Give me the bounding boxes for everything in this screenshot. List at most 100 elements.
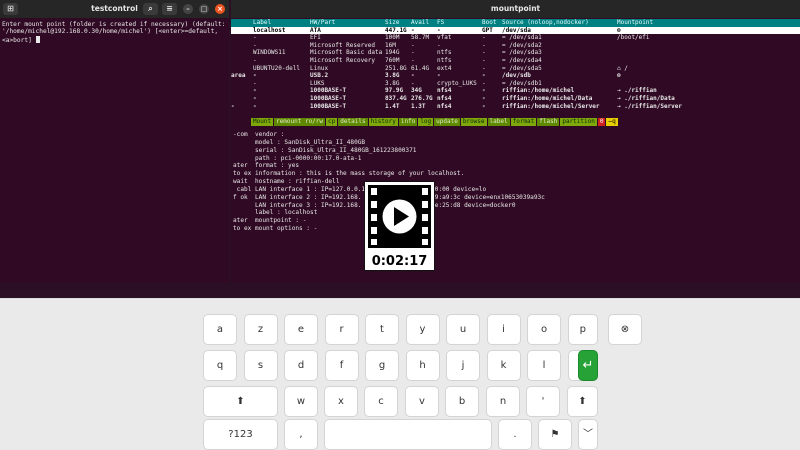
cell-hw: Microsoft Basic data	[310, 49, 383, 57]
table-row[interactable]: - - 1000BASE-T 1.4T 1.3T nfs4 - riffian:/home/m…	[231, 103, 800, 111]
video-play-icon[interactable]	[368, 185, 431, 248]
key-r[interactable]: r	[324, 314, 359, 345]
key-h[interactable]: h	[405, 350, 440, 381]
key-n[interactable]: n	[486, 386, 520, 417]
key-.[interactable]: .	[498, 419, 532, 450]
menu-item[interactable]: details	[338, 118, 368, 126]
table-row[interactable]: - 1000BASE-T 97.9G 34G nfs4 - riffian:/home/mi…	[231, 87, 800, 95]
key-t[interactable]: t	[365, 314, 399, 345]
key-q[interactable]: q	[203, 350, 237, 381]
terminal-line: '/home/michel@192.168.0.30/home/michel')…	[2, 28, 219, 36]
key-d[interactable]: d	[284, 350, 318, 381]
key-b[interactable]: b	[445, 386, 479, 417]
menu-item[interactable]: update	[434, 118, 460, 126]
cell-avail: 1.3T	[411, 102, 426, 110]
key-p[interactable]: p	[567, 314, 598, 345]
col-boot: Boot	[482, 19, 497, 26]
menu-item[interactable]: label	[487, 118, 510, 126]
mountpoint-titlebar[interactable]: mountpoint	[231, 0, 800, 18]
table-row[interactable]: UBUNTU20-dell Linux 251.8G 61.4G ext4 - = /dev…	[231, 65, 800, 73]
table-row[interactable]: WINDOWS11 Microsoft Basic data 194G - ntfs - =…	[231, 49, 800, 57]
menu-item[interactable]: remount ro/rw	[274, 118, 326, 126]
language-key[interactable]: ⚑	[538, 419, 572, 450]
cell-label: -	[253, 94, 257, 102]
symbols-key[interactable]: ?123	[203, 419, 278, 450]
menu-icon[interactable]: ≡	[162, 3, 177, 15]
table-body[interactable]: localhost ATA 447.1G - - GPT/dev/sda ⊜ - EFI 100M…	[231, 26, 800, 111]
key-w[interactable]: w	[284, 386, 318, 417]
cell-mount: /boot/efi	[617, 34, 650, 42]
cell-hw: ATA	[310, 26, 321, 34]
mount-table[interactable]: Label HW/Part Size Avail FS Boot Source …	[231, 19, 800, 110]
menu-item[interactable]: cp	[326, 118, 338, 126]
menu-item[interactable]: info	[398, 118, 418, 126]
key-e[interactable]: e	[284, 314, 318, 345]
menu-item[interactable]: format	[510, 118, 537, 126]
key-z[interactable]: z	[243, 314, 278, 345]
cell-boot: -	[482, 87, 486, 95]
key-s[interactable]: s	[243, 350, 278, 381]
cell-fs: ntfs	[437, 49, 452, 57]
key-k[interactable]: k	[486, 350, 521, 381]
table-row[interactable]: localhost ATA 447.1G - - GPT/dev/sda ⊜	[231, 26, 800, 35]
cell-mount: ⊜	[617, 72, 621, 80]
search-icon[interactable]: ⌕	[143, 3, 158, 15]
table-row[interactable]: area - USB.2 3.8G - - -/dev/sdb ⊜	[231, 72, 800, 80]
cell-label: WINDOWS11	[253, 49, 286, 57]
terminal-output[interactable]: Enter mount point (folder is created if …	[0, 19, 229, 46]
on-screen-keyboard[interactable]: azertyuiop⊗qsdfghjklm↵⬆wxcvbn'⬆?123,.⚑﹀	[0, 298, 800, 450]
space-key[interactable]	[324, 419, 492, 450]
key-y[interactable]: y	[405, 314, 440, 345]
table-row[interactable]: - EFI 100M 58.7M vfat - = /dev/sda1/boot/efi	[231, 34, 800, 42]
cell-size: 760M	[385, 56, 400, 64]
table-row[interactable]: - 1000BASE-T 837.4G 276.7G nfs4 - riffian:/hom…	[231, 95, 800, 103]
key-,[interactable]: ,	[284, 419, 318, 450]
mountpoint-window[interactable]: mountpoint Label HW/Part Size Avail FS B…	[231, 0, 800, 283]
side-fragment: -	[231, 102, 235, 110]
key-'[interactable]: '	[526, 386, 560, 417]
cell-hw: 1000BASE-T	[310, 94, 347, 102]
cell-size: 3.8G	[385, 72, 400, 80]
testcontrol-titlebar[interactable]: ⊞ testcontrol ⌕ ≡ – □ ×	[0, 0, 229, 18]
cell-mount: ⇢ ./riffian/Server	[617, 102, 683, 110]
menu-item[interactable]: flash	[537, 118, 560, 126]
minimize-icon[interactable]: –	[183, 4, 193, 14]
hide-keyboard-key[interactable]: ﹀	[578, 419, 598, 450]
testcontrol-window[interactable]: ⊞ testcontrol ⌕ ≡ – □ × Enter mount poin…	[0, 0, 229, 283]
shift-key[interactable]: ⬆	[203, 386, 278, 417]
detail-line: path : pci-0000:00:17.0-ata-1	[233, 154, 362, 162]
cell-size: 100M	[385, 34, 400, 42]
key-a[interactable]: a	[203, 314, 237, 345]
cell-size: 16M	[385, 41, 396, 49]
key-v[interactable]: v	[405, 386, 439, 417]
video-recording-overlay[interactable]: 0:02:17	[364, 181, 435, 271]
menu-item[interactable]: partition	[560, 118, 597, 126]
menu-item[interactable]: 0	[597, 118, 606, 126]
shift-key[interactable]: ⬆	[567, 386, 598, 417]
menu-item[interactable]: Mount	[251, 118, 274, 126]
table-row[interactable]: - Microsoft Recovery 760M - ntfs - = /dev/sda4	[231, 57, 800, 65]
menu-item[interactable]: log	[418, 118, 434, 126]
key-i[interactable]: i	[486, 314, 521, 345]
key-j[interactable]: j	[446, 350, 480, 381]
key-l[interactable]: l	[527, 350, 561, 381]
maximize-icon[interactable]: □	[199, 4, 209, 14]
key-f[interactable]: f	[324, 350, 359, 381]
enter-key[interactable]: ↵	[578, 350, 598, 381]
table-row[interactable]: - Microsoft Reserved 16M - - - = /dev/sda2	[231, 42, 800, 50]
detail-panel: -com vendor : model : SanDisk_Ultra_II_4…	[233, 131, 800, 233]
cell-label: -	[253, 34, 257, 42]
menu-item[interactable]: history	[368, 118, 398, 126]
terminal-line: Enter mount point (folder is created if …	[2, 21, 226, 28]
table-row[interactable]: - LUKS 3.8G - crypto_LUKS - = /dev/sdb1	[231, 80, 800, 88]
menu-item[interactable]: browse	[460, 118, 487, 126]
menu-item[interactable]: ̶q	[606, 118, 618, 126]
key-u[interactable]: u	[446, 314, 480, 345]
key-o[interactable]: o	[527, 314, 561, 345]
key-x[interactable]: x	[324, 386, 358, 417]
action-menu-bar[interactable]: Mount remount ro/rw cp details history info lo…	[251, 118, 619, 126]
close-icon[interactable]: ×	[215, 4, 225, 14]
backspace-key[interactable]: ⊗	[608, 314, 642, 345]
key-c[interactable]: c	[364, 386, 398, 417]
key-g[interactable]: g	[365, 350, 399, 381]
